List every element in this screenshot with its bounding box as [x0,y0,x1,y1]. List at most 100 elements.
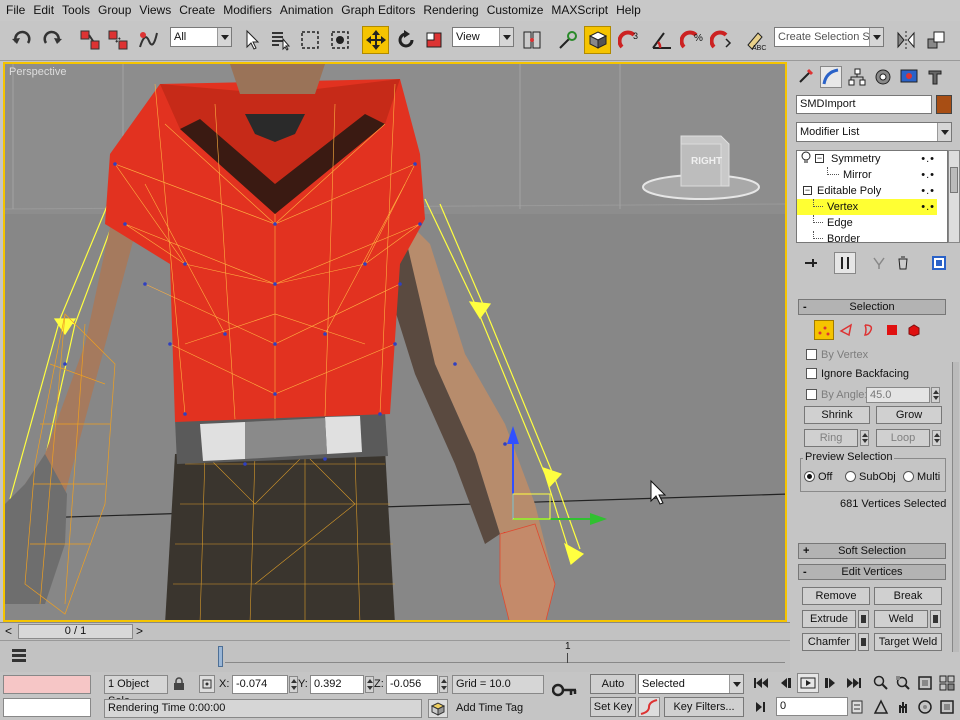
stack-item-border[interactable]: Border [797,231,937,242]
loop-button[interactable]: Loop [876,429,930,447]
zoom-extents-icon[interactable] [914,673,936,693]
next-frame-icon[interactable] [820,673,842,693]
auto-key-button[interactable]: Auto Key [590,674,636,708]
set-key-icon[interactable] [551,680,578,703]
play-icon[interactable] [797,673,819,693]
modify-tab-icon[interactable] [820,66,842,88]
key-mode-dropdown[interactable]: Selected [638,674,744,694]
angle-snap-icon[interactable] [648,26,675,54]
track-bar[interactable]: 1 [0,640,790,672]
preview-multi-radio[interactable] [903,471,914,482]
menu-file[interactable]: File [4,0,31,21]
command-panel-scrollbar[interactable] [952,362,959,652]
add-time-tag-label[interactable]: Add Time Tag [456,699,523,718]
time-slider-prev-icon[interactable]: < [5,625,12,638]
current-frame-field[interactable]: 0 [776,697,848,716]
weld-settings-icon[interactable] [930,610,941,628]
pivot-center-icon[interactable] [518,26,545,54]
absolute-mode-toggle-icon[interactable] [199,675,215,693]
border-mode-icon[interactable] [858,320,878,340]
x-spinner-arrows[interactable] [289,676,298,693]
configure-modifier-sets-icon[interactable] [928,252,950,274]
pin-stack-icon[interactable] [800,252,822,274]
menu-animation[interactable]: Animation [278,0,339,21]
selection-rollout-header[interactable]: - Selection [798,299,946,315]
by-angle-spinner[interactable]: 45.0 [866,387,930,403]
select-object-icon[interactable] [238,26,265,54]
grow-button[interactable]: Grow [876,406,942,424]
stack-item-edge[interactable]: Edge [797,215,937,231]
menu-group[interactable]: Group [96,0,137,21]
shrink-button[interactable]: Shrink [804,406,870,424]
snaps-toggle-icon[interactable]: 3 [616,26,643,54]
polygon-mode-icon[interactable] [882,320,902,340]
object-name-field[interactable]: SMDImport [796,95,932,114]
time-slider[interactable]: 0 / 1 [18,624,133,639]
viewport-label[interactable]: Perspective [9,66,66,78]
object-color-swatch[interactable] [936,95,952,114]
select-and-rotate-icon[interactable] [392,26,419,54]
curve-editor-icon[interactable] [10,647,28,666]
menu-edit[interactable]: Edit [31,0,60,21]
ring-spinner-arrows[interactable] [860,430,869,446]
collapse-icon[interactable]: − [803,186,812,195]
weld-button[interactable]: Weld [874,610,928,628]
stack-item-vertex[interactable]: Vertex •.• [797,199,937,215]
z-coordinate-field[interactable]: -0.056 [386,675,438,694]
stack-item-editable-poly[interactable]: − Editable Poly •.• [797,183,937,199]
ring-button[interactable]: Ring [804,429,858,447]
edit-named-selection-icon[interactable]: ABC [742,26,769,54]
default-in-out-tangents-icon[interactable] [638,697,660,717]
stack-item-mirror[interactable]: Mirror •.• [797,167,937,183]
soft-selection-rollout-header[interactable]: + Soft Selection [798,543,946,559]
hierarchy-tab-icon[interactable] [846,66,868,88]
make-unique-icon[interactable] [868,252,890,274]
edge-mode-icon[interactable] [836,320,856,340]
preview-subobj-radio[interactable] [845,471,856,482]
previous-frame-icon[interactable] [774,673,796,693]
named-selection-sets-dropdown[interactable]: Create Selection Set [774,27,884,47]
selection-lock-icon[interactable] [173,677,185,694]
menu-rendering[interactable]: Rendering [421,0,484,21]
zoom-icon[interactable] [870,673,892,693]
field-of-view-icon[interactable] [870,697,892,717]
time-configuration-icon[interactable] [850,697,864,717]
percent-snap-icon[interactable]: % [678,26,705,54]
set-key-button[interactable]: Set Key [590,697,636,717]
maxscript-listener[interactable] [3,675,91,694]
redo-icon[interactable] [38,26,65,54]
time-tag-icon[interactable] [428,699,448,718]
loop-spinner-arrows[interactable] [932,430,941,446]
modifier-stack[interactable]: − Symmetry •.• Mirror •.• − Editable Pol… [796,150,948,243]
go-to-start-icon[interactable] [750,673,772,693]
y-spinner-arrows[interactable] [365,676,374,693]
rectangular-selection-icon[interactable] [296,26,323,54]
show-end-result-icon[interactable] [834,252,856,274]
go-to-end-icon[interactable] [843,673,865,693]
menu-modifiers[interactable]: Modifiers [221,0,278,21]
stack-item-symmetry[interactable]: − Symmetry •.• [797,151,937,167]
ignore-backfacing-checkbox[interactable] [806,368,817,379]
extrude-settings-icon[interactable] [858,610,869,628]
preview-off-radio[interactable] [804,471,815,482]
current-frame-marker[interactable] [218,646,223,667]
key-mode-toggle-icon[interactable] [750,697,772,717]
menu-views[interactable]: Views [137,0,177,21]
remove-modifier-icon[interactable] [892,252,914,274]
keyboard-shortcut-override-icon[interactable] [584,26,611,54]
selection-filter-dropdown[interactable]: All [170,27,232,47]
select-by-name-icon[interactable] [266,26,293,54]
select-and-manipulate-icon[interactable] [554,26,581,54]
reference-coordinate-dropdown[interactable]: View [452,27,514,47]
zoom-extents-all-icon[interactable] [936,673,958,693]
undo-icon[interactable] [8,26,35,54]
modifier-stack-scrollbar[interactable] [948,150,960,243]
y-coordinate-field[interactable]: 0.392 [310,675,364,694]
utilities-tab-icon[interactable] [924,66,946,88]
select-and-move-icon[interactable] [362,26,389,54]
chamfer-settings-icon[interactable] [858,633,869,651]
spinner-snap-icon[interactable] [708,26,735,54]
element-mode-icon[interactable] [904,320,924,340]
display-tab-icon[interactable] [898,66,920,88]
bind-to-space-warp-icon[interactable] [134,26,161,54]
